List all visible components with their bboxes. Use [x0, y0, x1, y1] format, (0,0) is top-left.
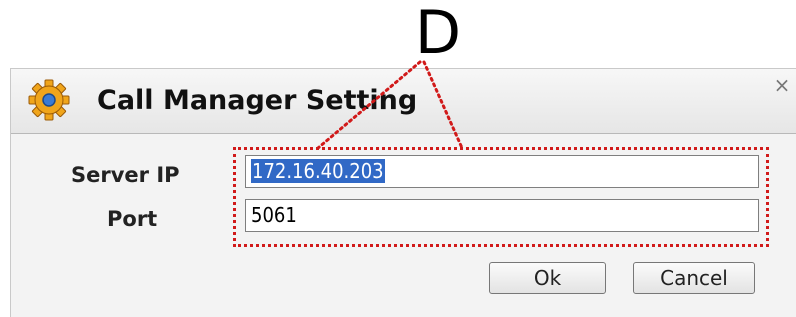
annotation-letter-d: D	[414, 0, 462, 68]
close-icon[interactable]: ×	[772, 75, 792, 95]
port-value: 5061	[251, 203, 297, 227]
dialog-title: Call Manager Setting	[97, 85, 418, 116]
server-ip-label: Server IP	[71, 163, 180, 187]
port-input[interactable]: 5061	[245, 199, 759, 232]
cancel-button[interactable]: Cancel	[633, 262, 755, 294]
server-ip-value: 172.16.40.203	[251, 159, 385, 183]
ok-button[interactable]: Ok	[489, 262, 606, 294]
port-label: Port	[107, 207, 158, 231]
dialog-titlebar: Call Manager Setting ×	[11, 69, 796, 134]
gear-icon	[28, 79, 70, 121]
server-ip-input[interactable]: 172.16.40.203	[245, 155, 759, 188]
call-manager-dialog: Call Manager Setting × Server IP 172.16.…	[10, 68, 796, 317]
